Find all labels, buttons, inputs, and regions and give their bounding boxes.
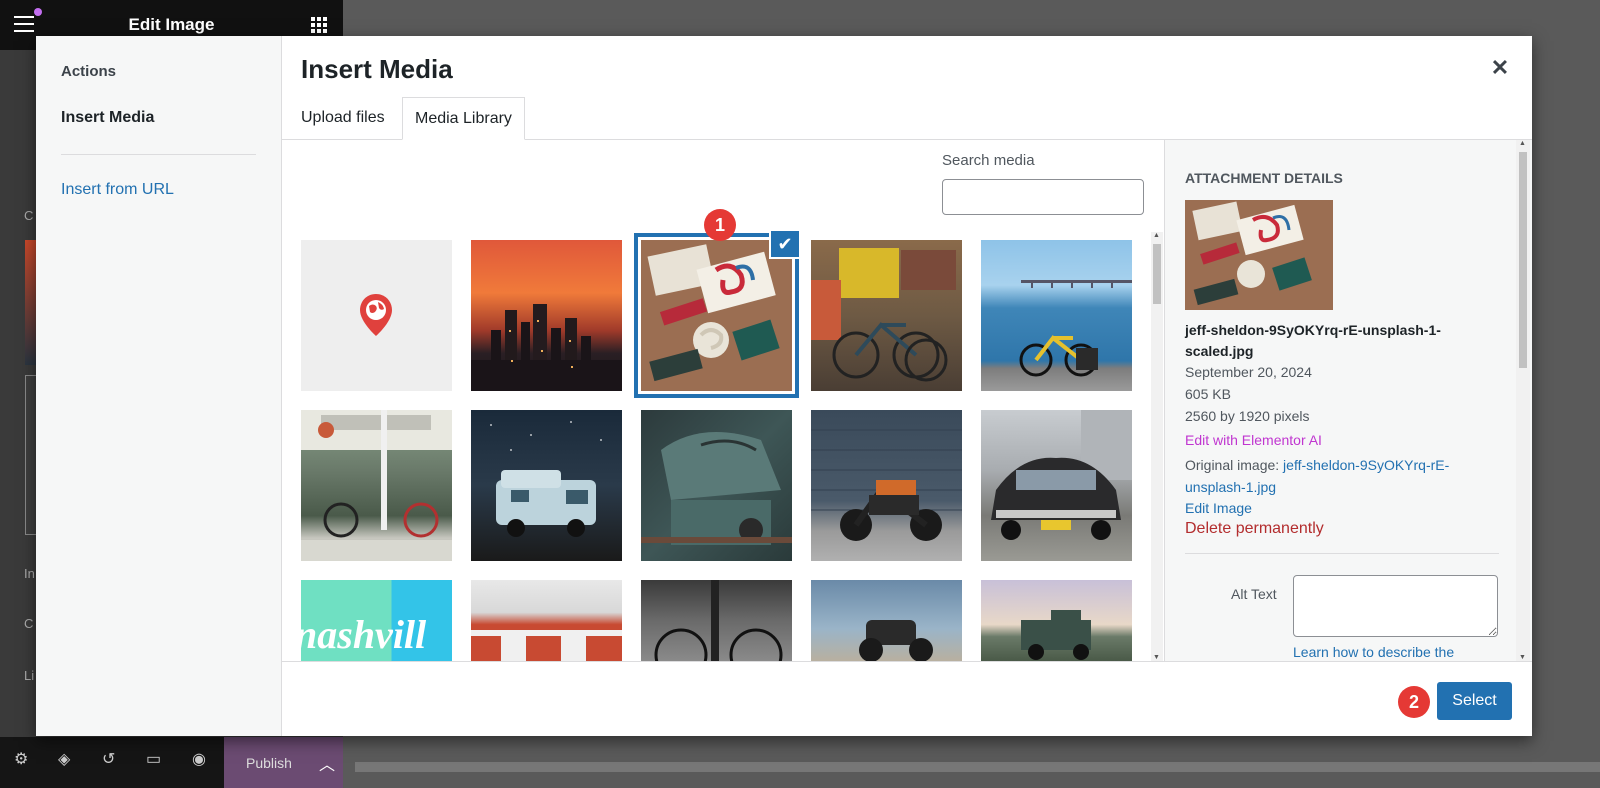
media-item[interactable] [811,410,962,561]
actions-heading: Actions [61,63,117,80]
editor-title: Edit Image [128,15,215,34]
original-image-label: Original image: [1185,457,1280,473]
learn-alt-text-link[interactable]: Learn how to describe the [1293,644,1454,660]
editor-side-label: C [24,208,34,223]
edit-with-elementor-ai-link[interactable]: Edit with Elementor AI [1185,432,1322,448]
modal-title: Insert Media [301,54,453,84]
publish-label: Publish [246,754,292,771]
selected-check-icon[interactable]: ✔ [769,229,801,259]
media-item[interactable] [811,580,962,661]
attachment-size: 605 KB [1185,386,1231,402]
chevron-up-icon[interactable]: ︿ [319,751,335,775]
scroll-up-icon[interactable]: ▲ [1519,140,1526,147]
search-label: Search media [942,152,1035,169]
grid-scrollbar-thumb[interactable] [1153,244,1161,304]
alt-text-field[interactable] [1293,575,1498,637]
media-item[interactable] [471,240,622,391]
horizontal-scrollbar[interactable] [355,762,1600,772]
search-input[interactable] [942,179,1144,215]
sidebar-divider [61,154,256,155]
apps-grid-icon[interactable] [311,17,327,33]
location-pin-icon [360,294,392,336]
scroll-down-icon[interactable]: ▼ [1153,654,1160,661]
publish-button[interactable]: Publish ︿ [224,737,343,788]
media-item[interactable] [301,240,452,391]
editor-side-label: Li [24,668,35,683]
sidebar-item-insert-from-url[interactable]: Insert from URL [61,181,174,199]
attachment-preview [1185,200,1333,310]
grid-scrollbar[interactable]: ▲ ▼ [1151,232,1163,661]
details-scrollbar[interactable]: ▲ ▼ [1516,140,1530,661]
tab-media-library[interactable]: Media Library [402,97,525,140]
details-scrollbar-thumb[interactable] [1519,152,1527,368]
media-tabs: Upload files Media Library [282,97,1532,140]
media-item[interactable] [981,240,1132,391]
scroll-down-icon[interactable]: ▼ [1519,654,1526,661]
attachment-dimensions: 2560 by 1920 pixels [1185,408,1310,424]
layers-icon[interactable]: ◈ [58,749,70,769]
editor-side-label: C [24,616,34,631]
attachment-details: Attachment Details jeff-sheldon-9SyOKYrq… [1164,140,1532,661]
media-item[interactable] [301,410,452,561]
edit-image-link[interactable]: Edit Image [1185,500,1252,516]
step-marker-2: 2 [1398,686,1430,718]
settings-icon[interactable]: ⚙ [14,749,28,769]
tab-upload-files[interactable]: Upload files [282,97,404,140]
media-item[interactable] [641,580,792,661]
delete-permanently-link[interactable]: Delete permanently [1185,520,1324,538]
attachment-details-heading: Attachment Details [1185,170,1343,186]
media-item[interactable] [641,410,792,561]
media-toolbar: Select [282,661,1532,736]
responsive-icon[interactable]: ▭ [146,749,161,769]
sidebar-item-insert-media[interactable]: Insert Media [61,109,154,127]
media-item[interactable] [811,240,962,391]
insert-media-modal: Actions Insert Media Insert from URL Ins… [36,36,1532,736]
original-image-row: Original image: jeff-sheldon-9SyOKYrq-rE… [1185,454,1485,498]
attachment-date: September 20, 2024 [1185,364,1312,380]
media-item[interactable] [981,580,1132,661]
preview-eye-icon[interactable]: ◉ [192,749,206,769]
media-item[interactable] [471,410,622,561]
editor-side-label: In [24,566,35,581]
media-sidebar: Actions Insert Media Insert from URL [36,36,282,736]
select-button[interactable]: Select [1437,682,1512,720]
svg-text:nashvill: nashvill [301,612,427,657]
details-divider [1185,553,1499,554]
media-item[interactable] [471,580,622,661]
close-icon[interactable]: ✕ [1488,56,1512,80]
attachment-filename: jeff-sheldon-9SyOKYrq-rE-unsplash-1-scal… [1185,322,1441,359]
alt-text-label: Alt Text [1231,586,1277,602]
history-icon[interactable]: ↺ [102,749,115,769]
scroll-up-icon[interactable]: ▲ [1153,232,1160,239]
media-item-selected[interactable] [641,240,792,391]
media-item[interactable] [981,410,1132,561]
media-item[interactable]: nashvill [301,580,452,661]
step-marker-1: 1 [704,209,736,241]
